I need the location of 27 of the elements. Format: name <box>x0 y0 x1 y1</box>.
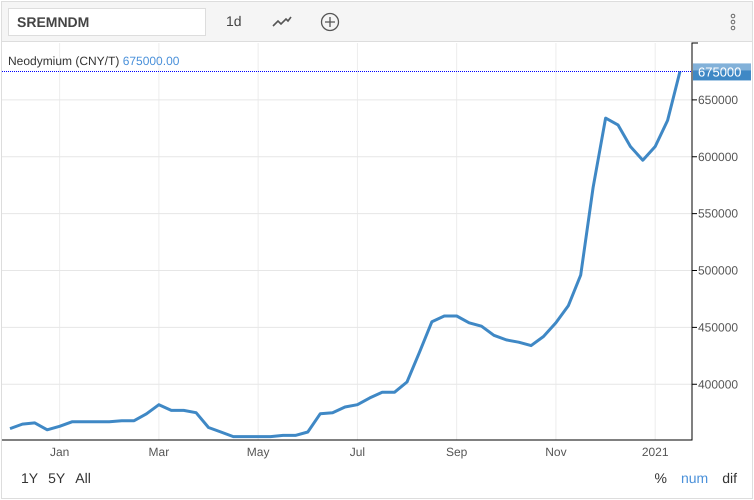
y-axis-label: 400000 <box>698 377 738 392</box>
x-axis-label: Jan <box>50 445 70 459</box>
x-axis-label: 2021 <box>642 445 669 459</box>
x-axis-label: Mar <box>148 445 170 459</box>
x-axis-label: Nov <box>545 445 567 459</box>
kebab-menu-icon <box>730 12 736 30</box>
y-axis-label: 450000 <box>698 320 738 334</box>
range-button[interactable]: 5Y <box>43 468 70 488</box>
y-axis-label: 600000 <box>698 150 738 164</box>
price-label: 675000 <box>693 63 751 80</box>
more-button[interactable] <box>728 10 738 32</box>
chart-type-button[interactable] <box>270 14 294 30</box>
mode-button[interactable]: % <box>648 468 674 488</box>
range-button[interactable]: 1Y <box>16 468 44 488</box>
x-axis-label: Sep <box>446 445 468 459</box>
y-axis-label: 500000 <box>698 264 738 278</box>
x-axis-label: Jul <box>350 445 366 459</box>
y-axis-label: 650000 <box>698 92 738 107</box>
y-axis-label: 550000 <box>698 206 738 221</box>
symbol-field[interactable]: SREMNDM <box>8 8 206 36</box>
interval-button[interactable]: 1d <box>222 9 246 34</box>
line-chart-icon <box>272 16 292 28</box>
x-axis-label: May <box>246 445 270 459</box>
plus-circle-icon <box>320 12 340 32</box>
legend-text: Neodymium (CNY/T) 675000.00 <box>8 54 180 68</box>
range-button[interactable]: All <box>70 468 96 488</box>
mode-button[interactable]: dif <box>715 468 744 488</box>
